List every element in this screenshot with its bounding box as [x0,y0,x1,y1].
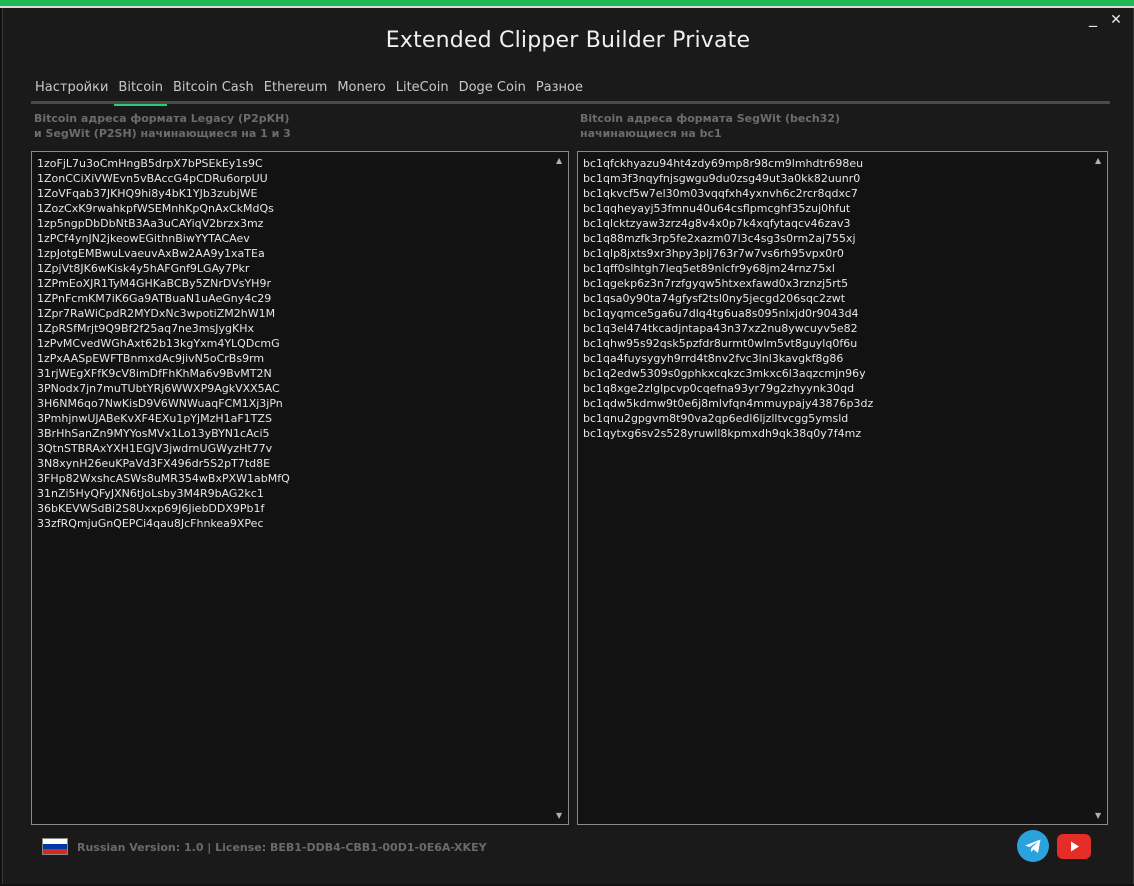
segwit-address-line: bc1q88mzfk3rp5fe2xazm07l3c4sg3s0rm2aj755… [583,232,856,245]
legacy-scrollbar[interactable]: ▲ ▼ [553,152,568,824]
segwit-address-line: bc1q2edw5309s0gphkxcqkzc3mkxc6l3aqzcmjn9… [583,367,866,380]
legacy-address-line: 36bKEVWSdBi2S8Uxxp69J6JiebDDX9Pb1f [37,502,265,515]
russian-flag-icon [42,838,68,855]
legacy-address-line: 1ZPmEoXJR1TyM4GHKaBCBy5ZNrDVsYH9r [37,277,271,290]
legacy-address-line: 31rjWEgXFfK9cV8imDfFhKhMa6v9BvMT2N [37,367,272,380]
segwit-section-label: Bitcoin адреса формата SegWit (bech32) н… [580,111,1080,141]
legacy-address-line: 1ZoVFqab37JKHQ9hi8y4bK1YJb3zubjWE [37,187,258,200]
legacy-label-line1: Bitcoin адреса формата Legacy (P2pKH) [34,112,290,125]
youtube-icon[interactable] [1057,834,1091,859]
segwit-address-line: bc1qkvcf5w7el30m03vqqfxh4yxnvh6c2rcr8qdx… [583,187,858,200]
legacy-address-line: 3H6NM6qo7NwKisD9V6WNWuaqFCM1Xj3jPn [37,397,283,410]
segwit-address-line: bc1qlp8jxts9xr3hpy3plj763r7w7vs6rh95vpx0… [583,247,844,260]
segwit-address-line: bc1qhw95s92qsk5pzfdr8urmt0wlm5vt8guylq0f… [583,337,858,350]
close-button[interactable]: ✕ [1107,12,1125,28]
segwit-address-line: bc1qa4fuysygyh9rrd4t8nv2fvc3lnl3kavgkf8g… [583,352,844,365]
legacy-address-line: 31nZi5HyQFyJXN6tJoLsby3M4R9bAG2kc1 [37,487,264,500]
scroll-down-arrow-icon[interactable]: ▼ [556,811,562,820]
legacy-address-line: 3PmhjnwUJABeKvXF4EXu1pYjMzH1aF1TZS [37,412,272,425]
segwit-scrollbar[interactable]: ▲ ▼ [1092,152,1107,824]
segwit-address-line: bc1qgekp6z3n7rzfgyqw5htxexfawd0x3rznzj5r… [583,277,849,290]
segwit-address-line: bc1q8xge2zlglpcvp0cqefna93yr79g2zhyynk30… [583,382,855,395]
legacy-address-line: 1ZPnFcmKM7iK6Ga9ATBuaN1uAeGny4c29 [37,292,272,305]
segwit-address-line: bc1qsa0y90ta74gfysf2tsl0ny5jecgd206sqc2z… [583,292,846,305]
telegram-icon[interactable] [1017,830,1049,862]
legacy-address-line: 1ZozCxK9rwahkpfWSEMnhKpQnAxCkMdQs [37,202,274,215]
legacy-address-line: 1Zpr7RaWiCpdR2MYDxNc3wpotiZM2hW1M [37,307,276,320]
segwit-address-line: bc1qqheyayj53fmnu40u64csflpmcghf35zuj0hf… [583,202,851,215]
legacy-address-line: 3PNodx7jn7muTUbtYRj6WWXP9AgkVXX5AC [37,382,280,395]
segwit-address-list: bc1qfckhyazu94ht4zdy69mp8r98cm9lmhdtr698… [583,156,1089,441]
legacy-address-list: 1zoFjL7u3oCmHngB5drpX7bPSEkEy1s9C 1ZonCCi… [37,156,550,531]
legacy-address-line: 3QtnSTBRAxYXH1EGJV3jwdrnUGWyzHt77v [37,442,273,455]
legacy-address-line: 3FHp82WxshcASWs8uMR354wBxPXW1abMfQ [37,472,290,485]
scroll-up-arrow-icon[interactable]: ▲ [1095,156,1101,165]
telegram-plane-glyph [1025,839,1041,853]
legacy-address-textarea[interactable]: 1zoFjL7u3oCmHngB5drpX7bPSEkEy1s9C 1ZonCCi… [31,151,569,825]
segwit-address-line: bc1qm3f3nqyfnjsgwgu9du0zsg49ut3a0kk82uun… [583,172,861,185]
legacy-address-line: 1ZpjVt8JK6wKisk4y5hAFGnf9LGAy7Pkr [37,262,250,275]
legacy-address-line: 1ZonCCiXiVWEvn5vBAccG4pCDRu6orpUU [37,172,268,185]
segwit-label-line1: Bitcoin адреса формата SegWit (bech32) [580,112,841,125]
tab-divider [31,101,1110,104]
legacy-address-line: 1zPvMCvedWGhAxt62b13kgYxm4YLQDcmG [37,337,280,350]
legacy-address-line: 1zPCf4ynJN2jkeowEGithnBiwYYTACAev [37,232,250,245]
legacy-address-line: 33zfRQmjuGnQEPCi4qau8JcFhnkea9XPec [37,517,264,530]
segwit-address-line: bc1qyqmce5ga6u7dlq4tg6ua8s095nlxjd0r9043… [583,307,859,320]
legacy-address-line: 1ZpRSfMrjt9Q9Bf2f25aq7ne3msJygKHx [37,322,254,335]
minimize-button[interactable]: _ [1084,8,1102,27]
legacy-section-label: Bitcoin адреса формата Legacy (P2pKH) и … [34,111,534,141]
segwit-label-line2: начинающиеся на bc1 [580,127,722,140]
legacy-address-line: 3BrHhSanZn9MYYosMVx1Lo13yBYN1cAci5 [37,427,270,440]
legacy-address-line: 1zPxAASpEWFTBnmxdAc9jivN5oCrBs9rm [37,352,265,365]
app-title: Extended Clipper Builder Private [385,28,751,53]
segwit-address-line: bc1q3el474tkcadjntapa43n37xz2nu8ywcuyv5e… [583,322,858,335]
youtube-play-glyph [1071,841,1079,852]
segwit-address-line: bc1qlcktzyaw3zrz4g8v4x0p7k4xqfytaqcv46za… [583,217,851,230]
segwit-address-line: bc1qff0slhtgh7leq5et89nlcfr9y68jm24rnz75… [583,262,835,275]
legacy-label-line2: и SegWit (P2SH) начинающиеся на 1 и 3 [34,127,291,140]
app-window: _ ✕ Extended Clipper Builder Private Нас… [2,8,1134,884]
legacy-address-line: 1zp5ngpDbDbNtB3Aa3uCAYiqV2brzx3mz [37,217,264,230]
flag-stripe-red [43,849,67,854]
segwit-address-line: bc1qfckhyazu94ht4zdy69mp8r98cm9lmhdtr698… [583,157,864,170]
segwit-address-line: bc1qytxg6sv2s528yruwll8kpmxdh9qk38q0y7f4… [583,427,862,440]
legacy-address-line: 3N8xynH26euKPaVd3FX496dr5S2pT7td8E [37,457,271,470]
tab-bar: Настройки Bitcoin Bitcoin Cash Ethereum Mone… [31,76,589,106]
version-license-text: Russian Version: 1.0 | License: BEB1-DDB… [77,841,487,854]
segwit-address-line: bc1qnu2gpgvm8t90va2qp6edl6ljzlltvcgg5yms… [583,412,849,425]
segwit-address-line: bc1qdw5kdmw9t0e6j8mlvfqn4mmuypajy43876p3… [583,397,874,410]
legacy-address-line: 1zpJotgEMBwuLvaeuvAxBw2AA9y1xaTEa [37,247,265,260]
scroll-up-arrow-icon[interactable]: ▲ [556,156,562,165]
legacy-address-line: 1zoFjL7u3oCmHngB5drpX7bPSEkEy1s9C [37,157,263,170]
segwit-address-textarea[interactable]: bc1qfckhyazu94ht4zdy69mp8r98cm9lmhdtr698… [577,151,1108,825]
scroll-down-arrow-icon[interactable]: ▼ [1095,811,1101,820]
